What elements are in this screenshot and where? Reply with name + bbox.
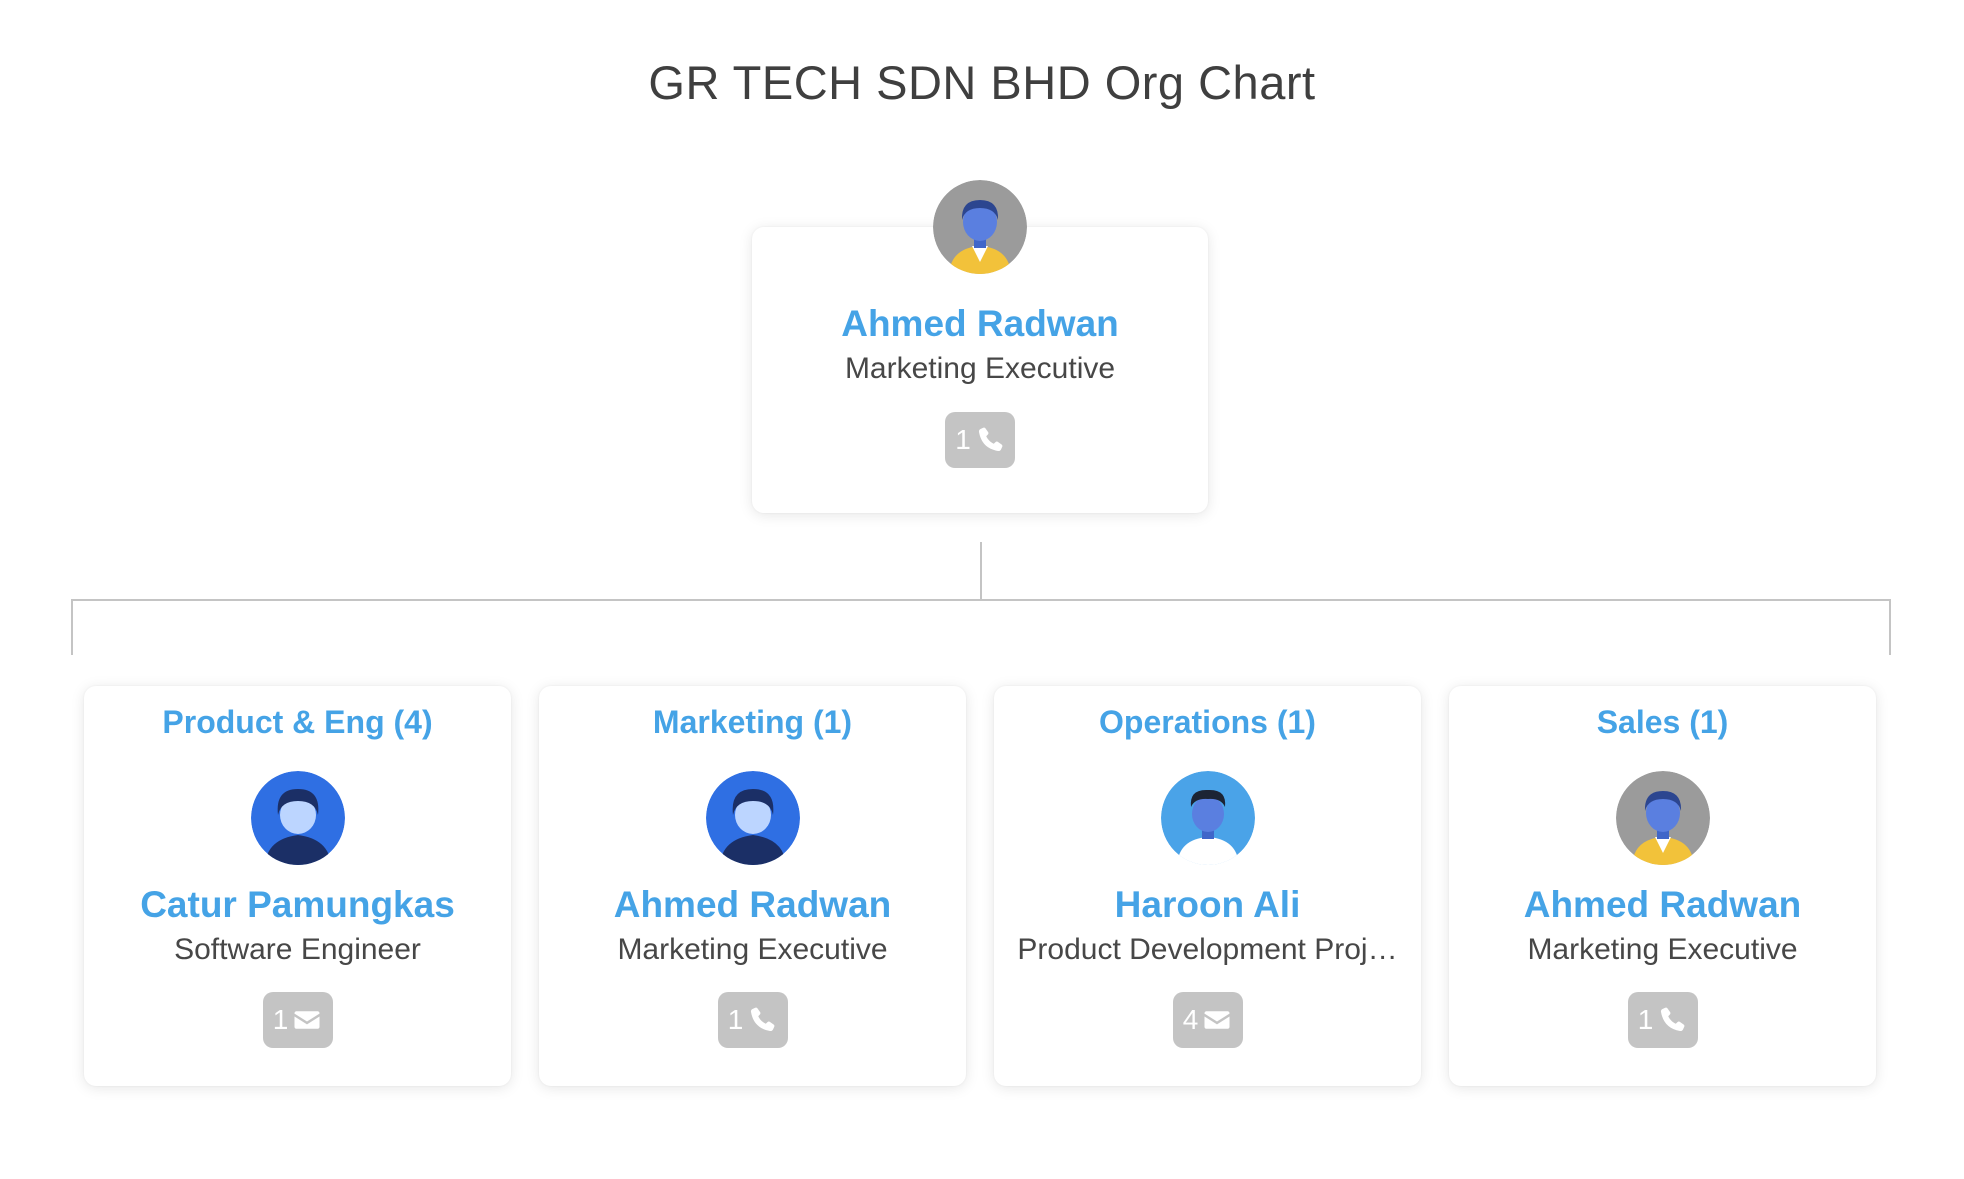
person-name[interactable]: Ahmed Radwan [752, 303, 1208, 345]
avatar [933, 180, 1027, 274]
department-label[interactable]: Operations (1) [994, 704, 1421, 741]
badge-count: 1 [272, 1004, 289, 1035]
person-role: Software Engineer [174, 933, 421, 966]
connector-drop-right [1889, 599, 1891, 655]
phone-icon [751, 1007, 775, 1032]
badge-count: 1 [1637, 1004, 1654, 1035]
envelope-icon [294, 1011, 320, 1029]
avatar-blue-hoodie-icon [705, 771, 800, 865]
avatar-male-white-shirt-icon [1160, 771, 1255, 865]
org-node-department[interactable]: Marketing (1) Ahmed Radwan Marketing Exe… [539, 686, 966, 1086]
department-label[interactable]: Product & Eng (4) [84, 704, 511, 741]
envelope-icon [1204, 1011, 1230, 1029]
person-name[interactable]: Catur Pamungkas [84, 884, 511, 926]
person-role: Product Development Proj… [1017, 933, 1398, 966]
avatar [1160, 771, 1255, 865]
badge-count: 4 [1182, 1004, 1199, 1035]
department-label[interactable]: Sales (1) [1449, 704, 1876, 741]
avatar-blue-hoodie-icon [250, 771, 345, 865]
phone-icon [978, 427, 1003, 452]
person-name[interactable]: Ahmed Radwan [539, 884, 966, 926]
person-role: Marketing Executive [617, 933, 888, 966]
badge-count: 1 [727, 1004, 744, 1035]
avatar-male-yellow-jacket-icon [933, 180, 1027, 274]
contact-badge[interactable]: 1 [717, 992, 788, 1048]
avatar [250, 771, 345, 865]
page-title: GR TECH SDN BHD Org Chart [648, 56, 1316, 109]
person-name[interactable]: Haroon Ali [994, 884, 1421, 926]
contact-badge[interactable]: 1 [1627, 992, 1698, 1048]
person-role: Marketing Executive [844, 352, 1116, 385]
org-node-root[interactable]: Ahmed Radwan Marketing Executive 1 [752, 180, 1208, 513]
avatar-male-yellow-jacket-icon [1615, 771, 1710, 865]
org-node-department[interactable]: Sales (1) Ahmed Radwan Marketing Executi… [1449, 686, 1876, 1086]
contact-badge[interactable]: 4 [1172, 992, 1243, 1048]
connector-drop-left [71, 599, 73, 655]
person-role: Marketing Executive [1527, 933, 1798, 966]
avatar [705, 771, 800, 865]
org-node-department[interactable]: Product & Eng (4) Catur Pamungkas Softwa… [84, 686, 511, 1086]
badge-count: 1 [955, 424, 971, 455]
person-name[interactable]: Ahmed Radwan [1449, 884, 1876, 926]
department-label[interactable]: Marketing (1) [539, 704, 966, 741]
avatar [1615, 771, 1710, 865]
contact-badge[interactable]: 1 [945, 412, 1015, 468]
phone-icon [1661, 1007, 1685, 1032]
connector-vertical-root [980, 542, 982, 600]
contact-badge[interactable]: 1 [262, 992, 333, 1048]
connector-horizontal [71, 599, 1891, 601]
org-node-department[interactable]: Operations (1) Haroon Ali Product Develo… [994, 686, 1421, 1086]
